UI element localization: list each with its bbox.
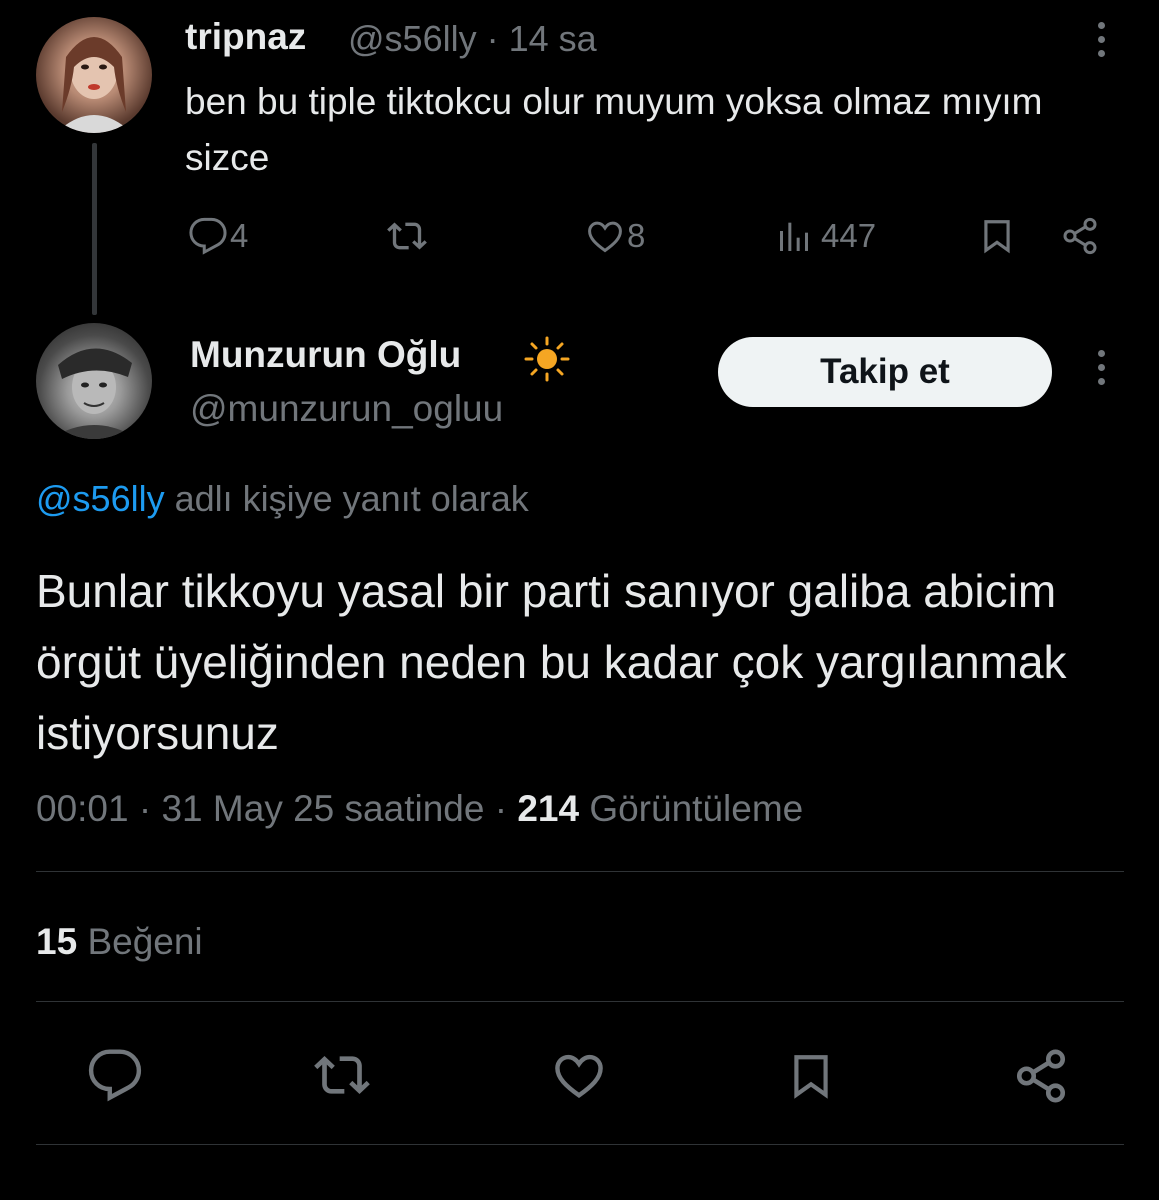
parent-reply-button[interactable]: 4 (188, 216, 248, 256)
meta-separator: · (494, 788, 508, 829)
parent-more-icon[interactable] (1086, 22, 1116, 66)
parent-tweet-text: ben bu tiple tiktokcu olur muyum yoksa o… (185, 81, 1043, 178)
bookmark-icon (984, 220, 1010, 254)
parent-author-handle[interactable]: @s56lly (348, 18, 477, 59)
parent-like-count: 8 (627, 217, 646, 254)
main-reply-button[interactable] (87, 1047, 143, 1108)
meta-separator: · (138, 788, 152, 829)
timestamp-row: 00:01 · 31 May 25 saatinde · 214 Görüntü… (36, 788, 803, 830)
views-label: Görüntüleme (589, 788, 804, 829)
main-avatar-image (50, 348, 138, 439)
share-nodes-icon (1016, 1049, 1066, 1103)
parent-avatar[interactable] (36, 17, 152, 133)
divider (36, 1144, 1124, 1145)
parent-time[interactable]: 14 sa (509, 18, 597, 59)
main-author-name[interactable]: Munzurun Oğlu (190, 334, 461, 376)
parent-view-count: 447 (821, 217, 877, 254)
main-avatar[interactable] (36, 323, 152, 439)
main-retweet-button[interactable] (312, 1047, 372, 1108)
parent-author-name[interactable]: tripnaz (185, 16, 306, 58)
main-share-button[interactable] (1012, 1047, 1070, 1110)
parent-retweet-button[interactable] (385, 216, 429, 256)
likes-label: Beğeni (87, 921, 203, 962)
thread-connector-line (92, 143, 97, 315)
parent-meta: @s56lly · 14 sa (348, 18, 597, 60)
reply-mention-link[interactable]: @s56lly (36, 478, 165, 519)
reply-icon (189, 217, 227, 255)
tweet-time[interactable]: 00:01 (36, 788, 129, 829)
reply-context-text: adlı kişiye yanıt olarak (164, 478, 529, 519)
parent-bookmark-button[interactable] (978, 216, 1016, 256)
reply-icon (88, 1049, 142, 1102)
main-bookmark-button[interactable] (786, 1047, 836, 1110)
retweet-icon (314, 1056, 370, 1094)
tweet-date[interactable]: 31 May 25 saatinde (161, 788, 484, 829)
views-count: 214 (517, 788, 580, 829)
bar-chart-icon (780, 222, 808, 251)
main-author-handle[interactable]: @munzurun_ogluu (190, 388, 503, 430)
parent-share-button[interactable] (1058, 216, 1102, 256)
heart-icon (588, 221, 622, 253)
likes-count: 15 (36, 921, 78, 962)
heart-icon (555, 1054, 603, 1099)
main-like-button[interactable] (550, 1047, 608, 1108)
retweet-icon (387, 222, 427, 250)
bookmark-icon (794, 1055, 828, 1099)
meta-separator: · (486, 18, 499, 59)
divider (36, 871, 1124, 872)
share-nodes-icon (1063, 217, 1097, 255)
follow-button[interactable]: Takip et (718, 337, 1052, 407)
sun-icon (524, 336, 570, 382)
divider (36, 1001, 1124, 1002)
parent-avatar-image (56, 37, 132, 133)
main-more-icon[interactable] (1086, 350, 1116, 394)
parent-like-button[interactable]: 8 (585, 216, 645, 256)
likes-row[interactable]: 15 Beğeni (36, 921, 203, 963)
parent-reply-count: 4 (230, 217, 249, 254)
reply-context: @s56lly adlı kişiye yanıt olarak (36, 478, 529, 520)
parent-views-button[interactable]: 447 (775, 216, 876, 256)
main-tweet-text: Bunlar tikkoyu yasal bir parti sanıyor g… (36, 565, 1067, 759)
